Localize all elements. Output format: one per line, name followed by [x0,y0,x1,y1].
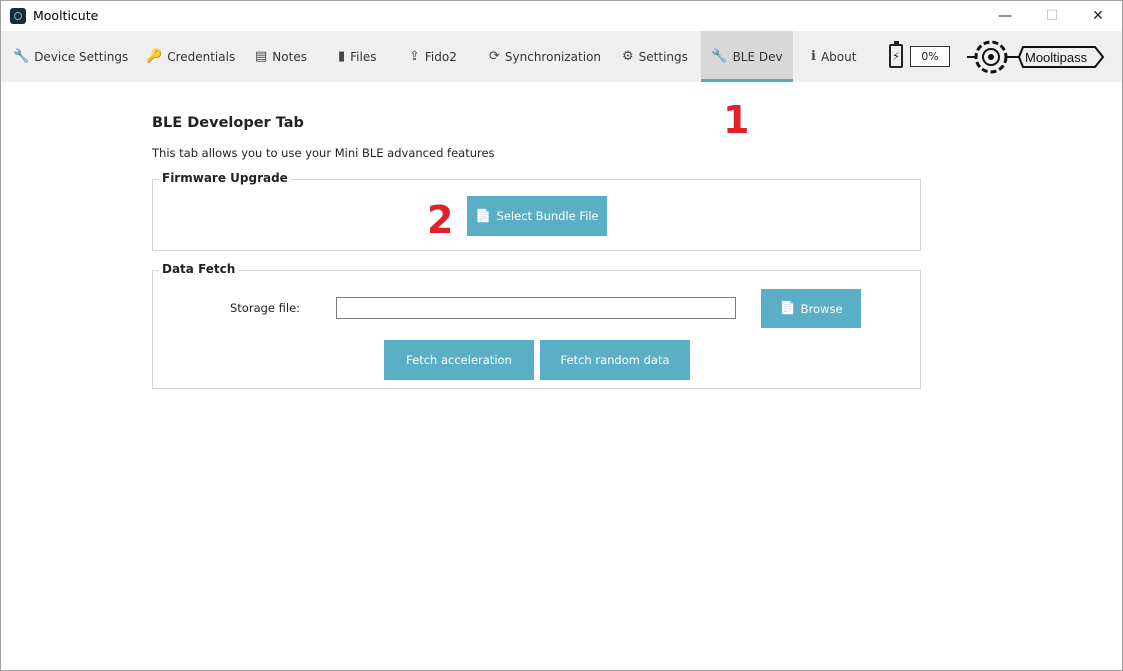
firmware-upgrade-group: Firmware Upgrade 📄 Select Bundle File [152,171,921,251]
tab-about[interactable]: i About [811,31,856,82]
file-icon: 📄 [475,208,492,224]
firmware-upgrade-legend: Firmware Upgrade [159,171,291,185]
logo-text: Mooltipass [1025,50,1088,65]
select-bundle-file-label: Select Bundle File [496,209,599,223]
info-icon: i [811,49,816,64]
fetch-random-data-label: Fetch random data [560,353,670,367]
page-title: BLE Developer Tab [152,115,304,131]
fetch-random-data-button[interactable]: Fetch random data [540,340,690,380]
storage-file-input[interactable] [336,297,736,319]
tab-label: Files [350,49,377,64]
gears-icon: ⚙ [622,49,634,64]
tab-fido2[interactable]: ⇪ Fido2 [409,31,457,82]
file-icon: ▮ [338,49,346,64]
annotation-1: 1 [723,98,750,142]
file-icon: 📄 [779,301,796,316]
wrench-icon: 🔧 [13,49,30,64]
tab-label: Synchronization [504,49,602,64]
usb-icon: ⇪ [409,49,420,64]
maximize-button[interactable]: ☐ [1029,1,1075,31]
browse-button[interactable]: 📄 Browse [761,289,861,328]
tab-bar: 🔧 Device Settings 🔑 Credentials ▤ Notes … [1,31,1122,82]
tab-label: Credentials [167,49,236,64]
tab-label: Notes [272,49,307,64]
tab-device-settings[interactable]: 🔧 Device Settings [13,31,128,82]
tab-ble-dev[interactable]: 🔧 BLE Dev [701,31,793,82]
data-fetch-group: Data Fetch Storage file: 📄 Browse Fetch … [152,262,921,389]
tab-credentials[interactable]: 🔑 Credentials [146,31,235,82]
newspaper-icon: ▤ [255,49,268,64]
close-button[interactable]: ✕ [1075,1,1121,31]
select-bundle-file-button[interactable]: 📄 Select Bundle File [467,196,607,236]
minimize-button[interactable]: — [982,1,1028,31]
battery-icon: ⚡ [889,41,903,68]
page-description: This tab allows you to use your Mini BLE… [152,146,495,160]
fetch-acceleration-button[interactable]: Fetch acceleration [384,340,534,380]
tab-synchronization[interactable]: ⟳ Synchronization [489,31,601,82]
app-window: Moolticute — ☐ ✕ 🔧 Device Settings 🔑 Cre… [0,0,1123,671]
wrench-icon: 🔧 [711,49,728,64]
fetch-acceleration-label: Fetch acceleration [406,353,512,367]
storage-file-label: Storage file: [230,301,301,315]
tab-label: BLE Dev [732,49,783,64]
tab-label: Fido2 [424,49,457,64]
tab-notes[interactable]: ▤ Notes [255,31,307,82]
window-title: Moolticute [33,8,99,23]
data-fetch-legend: Data Fetch [159,262,239,276]
refresh-icon: ⟳ [489,49,500,64]
mooltipass-logo: Mooltipass [967,40,1105,74]
tab-files[interactable]: ▮ Files [338,31,377,82]
title-bar: Moolticute — ☐ ✕ [1,1,1122,31]
battery-percent: 0% [910,46,950,67]
app-logo-icon [10,8,26,24]
browse-label: Browse [800,301,843,316]
key-icon: 🔑 [146,49,163,64]
tab-label: Device Settings [34,49,129,64]
tab-label: Settings [638,49,688,64]
tab-settings[interactable]: ⚙ Settings [622,31,688,82]
tab-label: About [820,49,857,64]
